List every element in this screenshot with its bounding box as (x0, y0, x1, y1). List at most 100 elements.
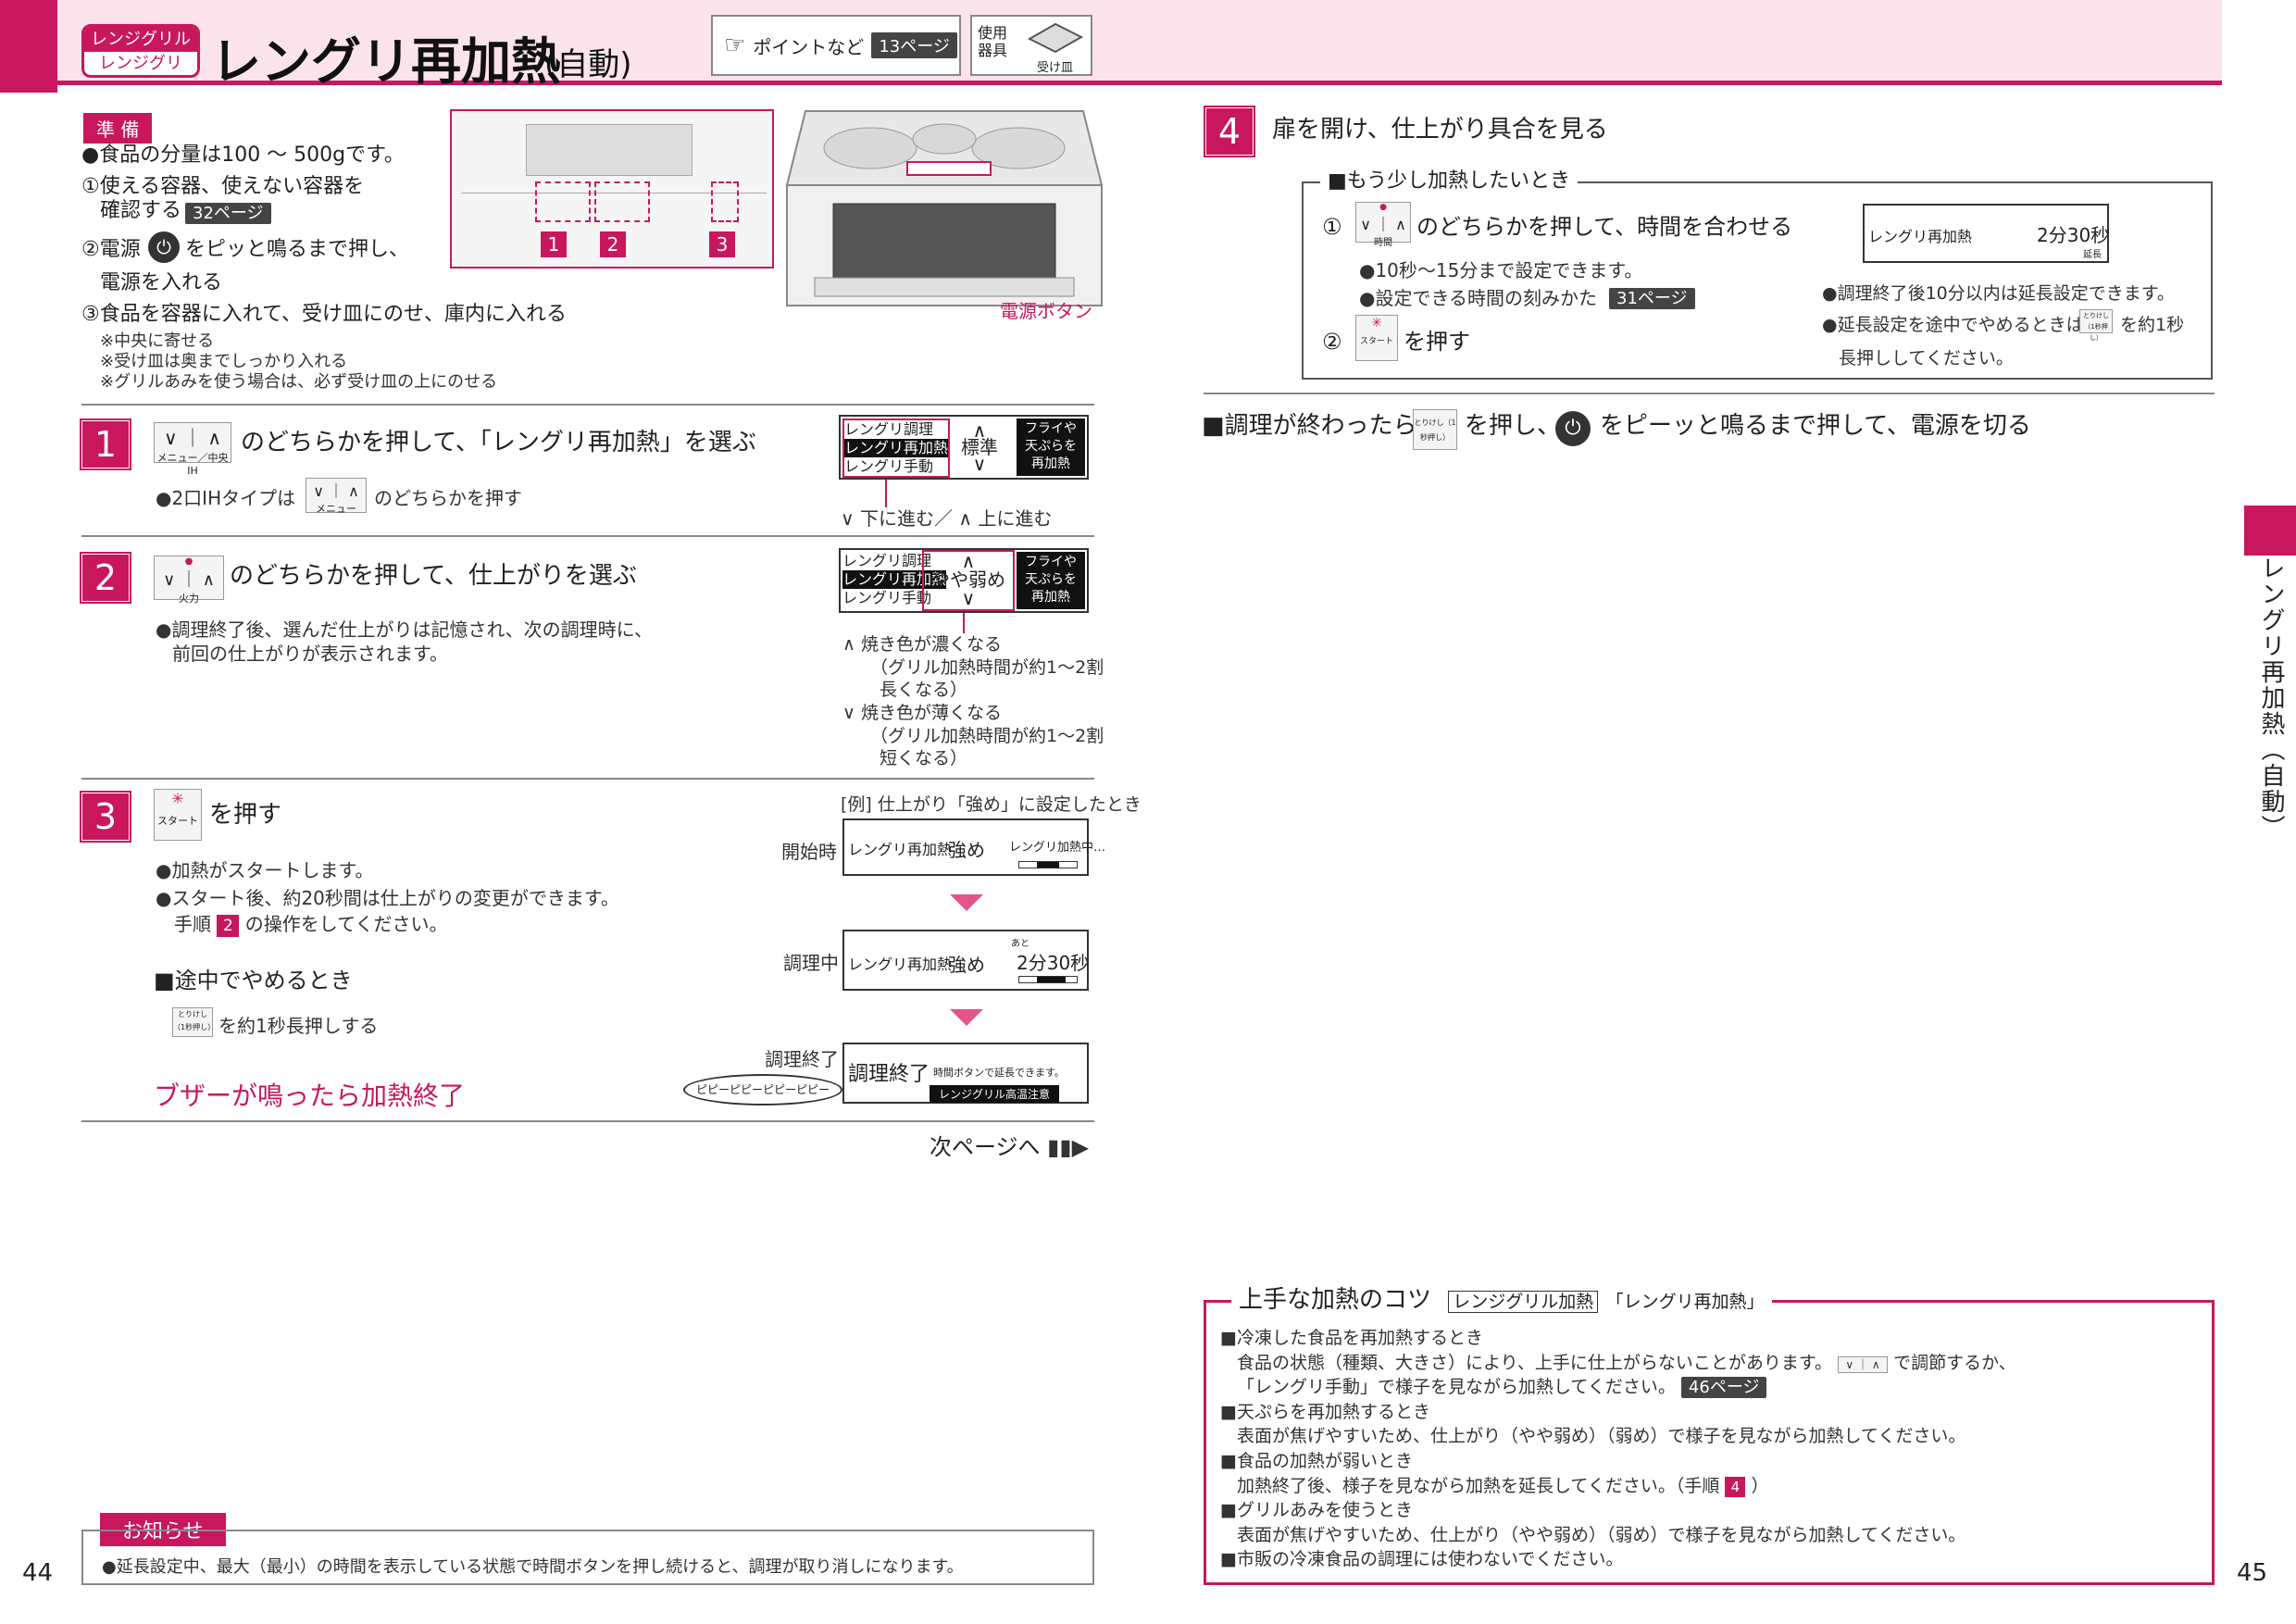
row2-b: 強め (948, 954, 985, 976)
power-icon: ⏻ (148, 231, 180, 263)
prep-line3c: 電源を入れる (100, 271, 223, 294)
step1-note-b: のどちらかを押す (374, 487, 522, 509)
row1-a: レングリ再加熱 (848, 841, 953, 858)
beep-bubble: ピピーピピーピピーピピー (683, 1074, 842, 1106)
step2-up-2: （グリル加熱時間が約1～2割 (870, 656, 1104, 678)
side-tab (2244, 506, 2296, 556)
tips-t4: 表面が焦げやすいため、仕上がり（やや弱め）（弱め）で様子を見ながら加熱してくださ… (1237, 1524, 1966, 1545)
tips-h3: ■食品の加熱が弱いとき (1220, 1450, 1413, 1471)
step2-display-right: フライや 天ぷらを 再加熱 (1017, 552, 1085, 609)
step1-right-1: フライや (1025, 421, 1077, 436)
mode-tag-top: レンジグリル (84, 27, 197, 52)
tips-t3b: ） (1751, 1475, 1769, 1496)
step4-text: 扉を開け、仕上がり具合を見る (1272, 116, 1608, 144)
step3-note3a: 手順 (174, 913, 211, 935)
tips-h1: ■冷凍した食品を再加熱するとき (1220, 1328, 1483, 1348)
divider (81, 1120, 1094, 1122)
step2-right-3: 再加熱 (1031, 590, 1070, 605)
more-1a: ① (1322, 214, 1342, 240)
step3-text: を押す (209, 801, 282, 829)
step2-button-glyph: ● ∨ ｜ ∧ 火力 (154, 556, 224, 605)
panel-num-1: 1 (541, 231, 567, 257)
step1-display-right: フライや 天ぷらを 再加熱 (1017, 418, 1085, 476)
extend-note2a: ●延長設定を途中でやめるときは (1822, 315, 2084, 335)
step1-button-label: メニュー／中央IH (156, 452, 229, 477)
next-page-link[interactable]: 次ページへ ▮▮▶ (930, 1133, 1089, 1162)
step2-right-1: フライや (1025, 555, 1077, 569)
page-number-left: 44 (22, 1559, 54, 1587)
heat-button-glyph: ∨ ｜ ∧ (1838, 1355, 1889, 1374)
step1-nav-down: 下に進む／ (860, 507, 953, 530)
step-1-badge: 1 (80, 418, 131, 470)
step3-note3b: の操作をしてください。 (244, 913, 448, 935)
tips-title: 上手な加熱のコツ (1239, 1286, 1432, 1314)
step1-button-glyph: ∨ ｜ ∧ メニュー／中央IH (154, 422, 231, 477)
control-panel-illustration: 1 2 3 (450, 109, 774, 269)
more-2a: ② (1322, 329, 1342, 355)
cancel-button-glyph: とりけし（1秒押し） (172, 1007, 215, 1037)
tips-page-ref[interactable]: 46ページ (1680, 1377, 1767, 1399)
step2-up-3: 長くなる） (880, 680, 968, 701)
step-3-badge: 3 (80, 791, 131, 843)
row1-c: レングリ加熱中… (1009, 841, 1106, 855)
step3-example: [例] 仕上がり「強め」に設定したとき (841, 794, 1142, 815)
step2-down-2: （グリル加熱時間が約1～2割 (870, 725, 1104, 746)
panel-label-2: 2 (600, 231, 626, 257)
progress-bar (1018, 976, 1078, 983)
extend-display: レングリ再加熱 2分30秒 延長 (1863, 204, 2109, 263)
reference-page[interactable]: 13ページ (871, 32, 957, 58)
more-heat-title: ■もう少し加熱したいとき (1320, 169, 1578, 195)
step1-display-center: ∧ 標準 ∨ (942, 421, 1017, 473)
extend-note3: 長押ししてください。 (1839, 348, 2014, 369)
arrow-down-icon (950, 894, 983, 911)
step-3-number: 3 (82, 793, 129, 840)
extend-disp-c: 延長 (2083, 250, 2102, 260)
step1-menu-line-1: レングリ調理 (844, 420, 934, 438)
reference-box: ☞ ポイントなど 13ページ (711, 15, 961, 76)
step-2-number: 2 (82, 555, 129, 601)
step2-down-1: 焼き色が薄くなる (860, 703, 1002, 724)
step3-note3: 手順 2 の操作をしてください。 (174, 909, 448, 937)
step2-note2: 前回の仕上がりが表示されます。 (172, 643, 448, 665)
divider (1204, 393, 2215, 394)
more-page-ref[interactable]: 31ページ (1609, 285, 1695, 309)
time-button-glyph: ● ∨ ｜ ∧ 時間 (1355, 202, 1411, 248)
more-2b: を押す (1404, 329, 1470, 355)
panel-display (526, 124, 693, 176)
prep-page-ref[interactable]: 32ページ (185, 200, 271, 224)
panel-highlight-1 (535, 181, 591, 222)
step-1-number: 1 (82, 421, 129, 468)
row3-display: 調理終了 時間ボタンで延長できます。 レンジグリル高温注意 (842, 1043, 1089, 1104)
step1-text: のどちらかを押して、「レングリ再加熱」を選ぶ (241, 429, 756, 456)
step-2-badge: 2 (80, 552, 131, 604)
more-note2: ●設定できる時間の刻みかた (1359, 287, 1598, 309)
tips-tag: レンジグリル加熱 (1448, 1291, 1599, 1313)
step1-note-button-label: メニュー (316, 503, 356, 515)
arrow-down-icon (950, 1009, 983, 1026)
step2-center-value: やや弱め (931, 568, 1005, 591)
stop-title: ■途中でやめるとき (154, 968, 353, 993)
step1-right-2: 天ぷらを (1025, 439, 1077, 454)
panel-num-2: 2 (600, 231, 626, 257)
cancel-button-glyph-2: とりけし（1秒押し） (2079, 309, 2113, 342)
row1-display: レングリ再加熱 強め レングリ加熱中… (842, 818, 1105, 876)
panel-label-3: 3 (709, 231, 735, 257)
progress-bar (1018, 861, 1078, 868)
tips-t1c: 「レングリ手動」で様子を見ながら加熱してください。 (1237, 1377, 1676, 1398)
prep-line3a: ②電源 (81, 238, 141, 261)
stop-text: を約1秒長押しする (218, 1015, 379, 1037)
page-number-right: 45 (2237, 1559, 2268, 1587)
divider (81, 778, 1094, 780)
prep-line4: ③食品を容器に入れて、受け皿にのせ、庫内に入れる (81, 303, 567, 326)
row2-c: 2分30秒 (1017, 952, 1090, 974)
step2-note1: ●調理終了後、選んだ仕上がりは記憶され、次の調理時に、 (156, 618, 654, 641)
panel-label-1: 1 (541, 231, 567, 257)
row2-label: 調理中 (783, 952, 839, 974)
step3-note1: ●加熱がスタートします。 (156, 859, 374, 881)
panel-num-3: 3 (709, 231, 735, 257)
step3-note3-num: 2 (217, 915, 240, 937)
step2-button-label: 火力 (179, 593, 199, 605)
start-button-label: スタート (157, 815, 198, 827)
prep-note3: ※グリルあみを使う場合は、必ず受け皿の上にのせる (100, 372, 498, 392)
tool-label-1: 使用 (978, 24, 1008, 42)
